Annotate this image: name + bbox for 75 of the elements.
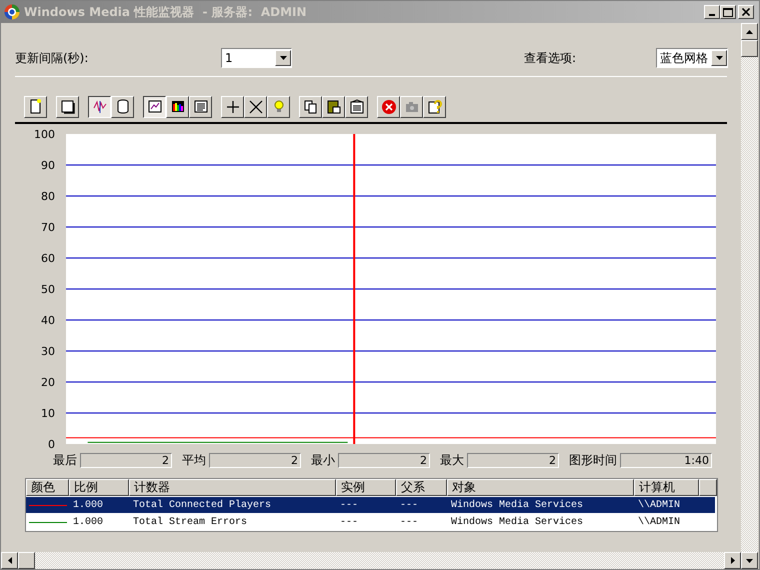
stat-value: 2 <box>80 452 172 468</box>
table-cell-text: Windows Media Services <box>450 516 584 530</box>
paste-icon <box>324 98 342 116</box>
table-cell-text: Total Connected Players <box>132 498 272 512</box>
stat-value: 2 <box>467 452 559 468</box>
column-header[interactable]: 计数器 <box>129 479 336 496</box>
stat-label: 最大 <box>440 452 464 469</box>
y-tick-label: 80 <box>41 190 55 203</box>
stop-icon <box>380 98 398 116</box>
up-arrow-icon[interactable] <box>746 30 753 34</box>
window-title: Windows Media 性能监视器 - 服务器: ADMIN <box>24 4 308 21</box>
counter-row[interactable]: 1.000 Total Connected Players --- --- Windows Media Services \\ADMIN <box>26 497 715 513</box>
table-cell-text: \\ADMIN <box>637 516 682 530</box>
horizontal-scrollbar[interactable] <box>1 552 741 569</box>
scroll-thumb[interactable] <box>741 40 758 57</box>
dropdown-arrow-icon[interactable] <box>280 56 286 60</box>
y-tick-label: 40 <box>41 314 55 327</box>
y-tick-label: 50 <box>41 283 55 296</box>
down-arrow-icon[interactable] <box>746 558 753 562</box>
update-interval-label: 更新间隔(秒): <box>15 50 90 67</box>
page-icon <box>58 98 76 116</box>
y-tick-label: 90 <box>41 159 55 172</box>
close-button[interactable] <box>738 5 754 19</box>
stat-value: 2 <box>209 452 301 468</box>
vertical-scrollbar[interactable] <box>741 23 758 569</box>
counter-row[interactable]: 1.000 Total Stream Errors --- --- Windows Media Services \\ADMIN <box>26 514 715 530</box>
y-tick-label: 60 <box>41 252 55 265</box>
table-cell-text: \\ADMIN <box>637 498 682 512</box>
help-icon <box>426 98 444 116</box>
properties-icon <box>348 98 366 116</box>
table-cell-text: --- <box>399 516 420 530</box>
y-tick-label: 70 <box>41 221 55 234</box>
graph-icon <box>90 98 108 116</box>
stat-value: 2 <box>338 452 430 468</box>
column-header[interactable]: 对象 <box>447 479 634 496</box>
table-cell-text: Total Stream Errors <box>132 516 248 530</box>
right-arrow-icon[interactable] <box>730 557 734 564</box>
cross-icon <box>246 98 264 116</box>
interval-dropdown[interactable]: 1 <box>221 48 292 68</box>
y-tick-label: 30 <box>41 345 55 358</box>
minimize-button[interactable] <box>704 5 720 19</box>
stat-label: 平均 <box>182 452 206 469</box>
toolbar-button[interactable] <box>88 96 111 118</box>
close-icon <box>742 8 750 16</box>
dropdown-arrow-icon[interactable] <box>716 56 722 60</box>
table-cell-text: --- <box>339 498 360 512</box>
column-header[interactable]: 父系 <box>396 479 447 496</box>
stat-label: 最后 <box>53 452 77 469</box>
scroll-thumb[interactable] <box>18 552 35 569</box>
minimize-icon <box>709 14 715 16</box>
stat-label: 最小 <box>311 452 335 469</box>
copy-icon <box>302 98 320 116</box>
column-header[interactable]: 计算机 <box>634 479 699 496</box>
stat-label: 图形时间 <box>569 452 617 469</box>
column-header[interactable]: 颜色 <box>26 479 69 496</box>
stat-value: 1:40 <box>620 452 712 468</box>
toolbar-button[interactable] <box>143 96 166 118</box>
table-cell-text: --- <box>339 516 360 530</box>
app-icon <box>4 4 20 20</box>
column-header[interactable]: 实例 <box>336 479 396 496</box>
table-cell-text: 1.000 <box>72 516 104 530</box>
maximize-icon <box>723 8 733 16</box>
y-tick-label: 10 <box>41 407 55 420</box>
table-cell-text: 1.000 <box>72 498 104 512</box>
table-cell-text: Windows Media Services <box>450 498 584 512</box>
view-options-dropdown[interactable]: 蓝色网格 <box>656 48 728 68</box>
y-tick-label: 100 <box>34 128 55 141</box>
column-header[interactable]: 比例 <box>69 479 129 496</box>
y-tick-label: 0 <box>48 438 55 449</box>
y-tick-label: 20 <box>41 376 55 389</box>
table-cell-text: --- <box>399 498 420 512</box>
maximize-button[interactable] <box>720 5 736 19</box>
left-arrow-icon[interactable] <box>8 557 12 564</box>
view-options-label: 查看选项: <box>524 50 578 67</box>
column-header[interactable] <box>699 479 717 496</box>
